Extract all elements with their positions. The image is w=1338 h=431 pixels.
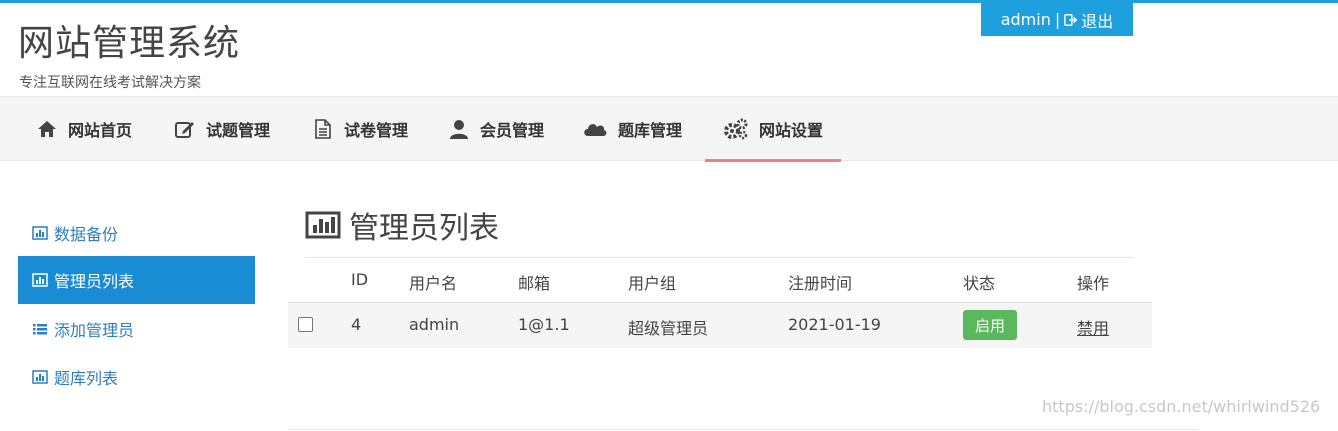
nav-item-label: 网站设置 [759, 120, 824, 140]
status-badge[interactable]: 启用 [963, 310, 1017, 340]
gears-icon [724, 118, 748, 139]
main-navbar: 网站首页 试题管理 试卷管理 会员管理 题库管理 网站设置 [0, 96, 1338, 162]
user-separator: | [1054, 10, 1061, 29]
sidebar-item-admin-list[interactable]: 管理员列表 [18, 256, 255, 304]
page-title-text: 管理员列表 [349, 211, 499, 246]
column-header-id: ID [351, 270, 369, 289]
user-icon [450, 119, 468, 139]
nav-item-papers[interactable]: 试卷管理 [312, 97, 408, 160]
column-header-registered: 注册时间 [788, 274, 853, 293]
nav-item-label: 会员管理 [480, 120, 545, 140]
nav-item-members[interactable]: 会员管理 [448, 97, 544, 160]
sidebar-item-label: 添加管理员 [54, 321, 135, 340]
sidebar-item-label: 数据备份 [54, 225, 119, 244]
column-header-username: 用户名 [409, 274, 458, 293]
list-icon [33, 324, 47, 335]
sign-out-icon [1064, 13, 1078, 26]
disable-link[interactable]: 禁用 [1077, 315, 1109, 339]
cell-registered: 2021-01-19 [788, 315, 881, 334]
logout-label: 退出 [1081, 11, 1114, 31]
title-divider [305, 257, 1134, 258]
cloud-icon [584, 123, 607, 136]
column-header-action: 操作 [1077, 274, 1110, 293]
bar-chart-icon [32, 273, 48, 287]
sidebar-item-add-admin[interactable]: 添加管理员 [18, 305, 255, 353]
edit-icon [175, 121, 194, 138]
cell-username: admin [409, 315, 460, 334]
nav-item-questions[interactable]: 试题管理 [174, 97, 270, 160]
cell-group: 超级管理员 [628, 319, 709, 338]
nav-item-label: 试卷管理 [344, 120, 409, 140]
sidebar-item-label: 管理员列表 [54, 272, 135, 291]
site-subtitle: 专注互联网在线考试解决方案 [19, 75, 201, 91]
top-accent-line [0, 0, 1338, 3]
cell-email: 1@1.1 [518, 315, 570, 334]
watermark: https://blog.csdn.net/whirlwind526 [1042, 397, 1321, 416]
nav-item-question-bank[interactable]: 题库管理 [582, 97, 682, 160]
page-title: 管理员列表 [305, 203, 499, 247]
nav-item-home[interactable]: 网站首页 [36, 97, 132, 160]
nav-item-label: 试题管理 [206, 120, 271, 140]
sidebar-item-label: 题库列表 [54, 369, 119, 388]
bar-chart-icon [32, 370, 48, 384]
column-header-group: 用户组 [628, 274, 677, 293]
user-box: admin | 退出 [981, 3, 1133, 36]
sidebar-item-bank-list[interactable]: 题库列表 [18, 353, 255, 401]
column-header-email: 邮箱 [518, 274, 551, 293]
cell-id: 4 [351, 315, 362, 334]
file-icon [315, 118, 331, 139]
column-header-status: 状态 [963, 274, 996, 293]
logout-button[interactable]: 退出 [1064, 8, 1113, 32]
row-checkbox[interactable] [298, 317, 313, 332]
nav-item-label: 网站首页 [68, 120, 133, 140]
site-title: 网站管理系统 [18, 23, 241, 64]
sidebar-item-data-backup[interactable]: 数据备份 [18, 209, 255, 257]
bar-chart-icon [305, 211, 341, 239]
bar-chart-icon [32, 226, 48, 240]
username-link[interactable]: admin [1001, 10, 1051, 29]
content-bottom-divider [288, 429, 1198, 430]
nav-item-label: 题库管理 [618, 120, 683, 140]
home-icon [38, 120, 56, 137]
nav-item-site-settings[interactable]: 网站设置 [704, 97, 842, 162]
